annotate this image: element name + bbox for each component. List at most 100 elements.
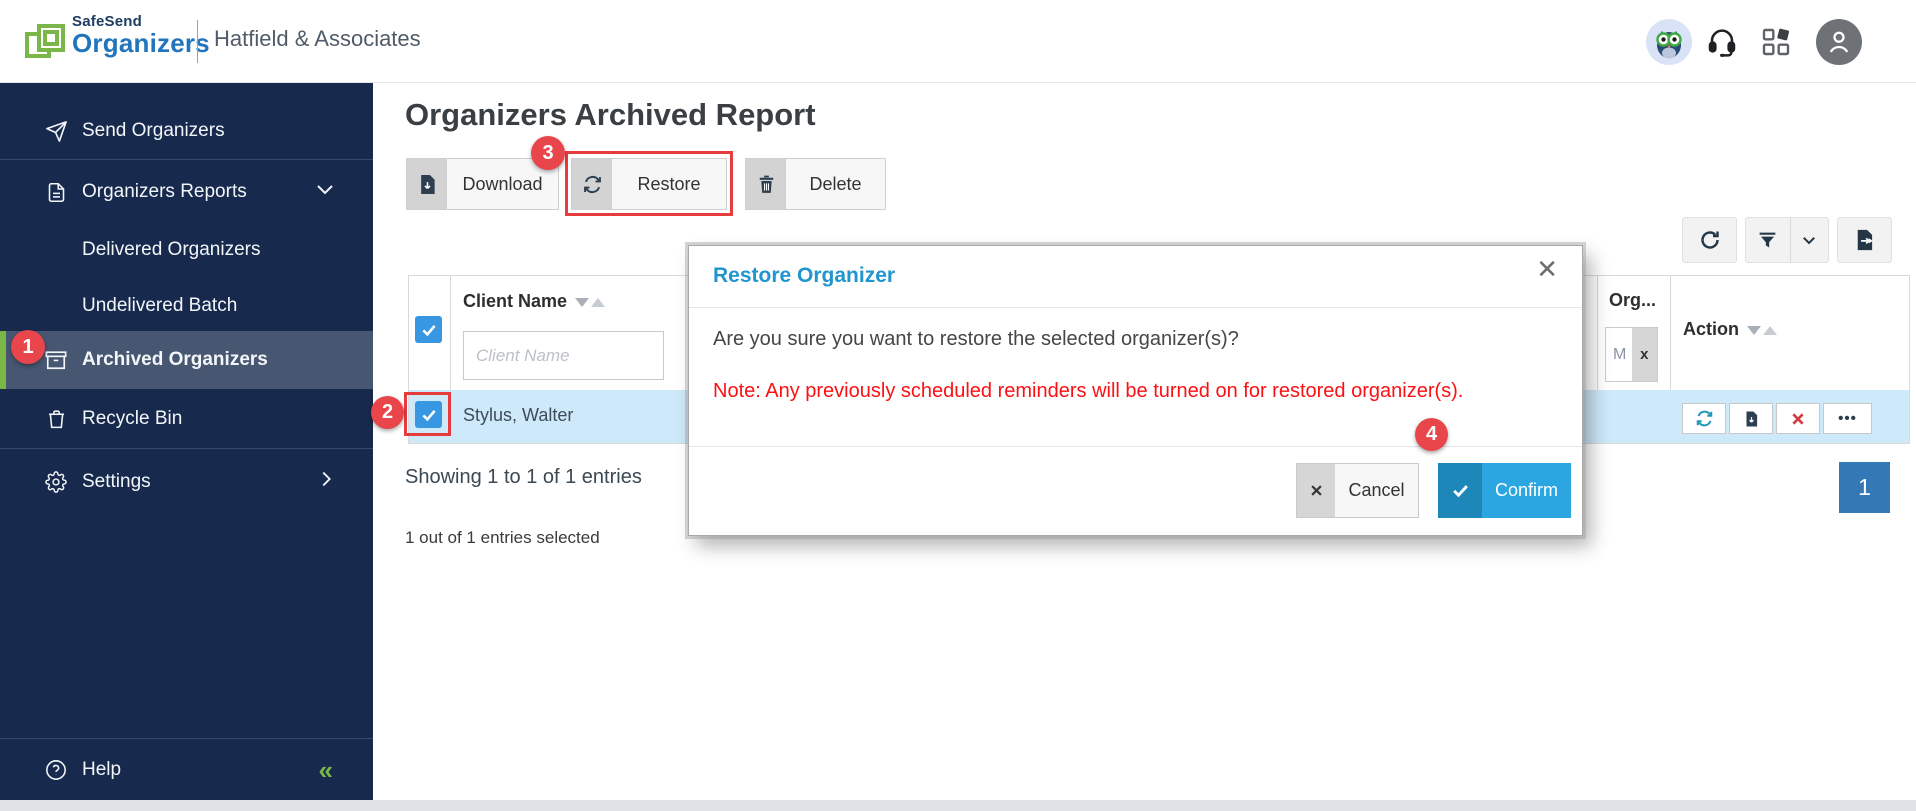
modal-title: Restore Organizer <box>713 264 896 287</box>
entries-summary: Showing 1 to 1 of 1 entries <box>405 466 642 488</box>
check-icon <box>421 324 436 336</box>
sidebar-item-help[interactable]: Help « <box>0 743 373 797</box>
filter-button[interactable] <box>1746 218 1790 262</box>
row-checkbox[interactable] <box>415 401 442 428</box>
apps-grid-button[interactable] <box>1758 24 1794 60</box>
row-restore-icon <box>1696 410 1712 427</box>
pagination-page-1[interactable]: 1 <box>1839 462 1890 513</box>
delete-button[interactable]: Delete <box>745 158 886 210</box>
owl-mascot-icon <box>1656 31 1682 59</box>
trash-icon <box>44 407 68 431</box>
row-download-icon <box>1746 411 1757 426</box>
row-delete-button[interactable] <box>1776 403 1820 434</box>
cancel-button-label: Cancel <box>1348 480 1405 500</box>
modal-footer-divider <box>689 446 1582 447</box>
action-header-label: Action <box>1683 319 1739 339</box>
ellipsis-icon: ••• <box>1838 410 1857 427</box>
sidebar-item-recycle-bin[interactable]: Recycle Bin <box>0 392 373 446</box>
support-headset-button[interactable] <box>1704 24 1740 60</box>
export-file-icon <box>1857 229 1873 251</box>
sidebar-item-label: Send Organizers <box>82 120 225 141</box>
action-column-header[interactable]: Action <box>1683 319 1777 340</box>
select-all-checkbox[interactable] <box>415 316 442 343</box>
refresh-icon <box>1700 231 1719 249</box>
sidebar-item-label: Settings <box>82 471 151 492</box>
chevron-down-icon[interactable] <box>313 177 337 207</box>
row-more-actions-button[interactable]: ••• <box>1823 403 1872 434</box>
org-filter-value[interactable]: M <box>1606 328 1632 381</box>
org-filter-input[interactable]: M x <box>1605 327 1658 382</box>
annotation-step-1: 1 <box>11 330 45 364</box>
row-download-button[interactable] <box>1729 403 1773 434</box>
delete-trash-icon <box>746 159 786 209</box>
confirm-button-label: Confirm <box>1494 480 1558 500</box>
header-divider <box>197 20 198 63</box>
sidebar-item-label: Undelivered Batch <box>82 295 238 316</box>
cancel-button[interactable]: Cancel <box>1296 463 1419 518</box>
sort-desc-icon <box>1747 326 1761 335</box>
sidebar-item-label: Archived Organizers <box>82 349 268 370</box>
restore-organizer-modal: Restore Organizer ✕ Are you sure you wan… <box>688 245 1583 536</box>
client-name-column-header[interactable]: Client Name <box>463 291 606 312</box>
person-icon <box>1829 31 1849 53</box>
sort-asc-icon <box>591 298 606 307</box>
chatbot-owl-button[interactable] <box>1646 19 1692 65</box>
sidebar-divider <box>0 159 373 160</box>
modal-header-divider <box>689 307 1582 308</box>
gear-icon <box>44 470 68 494</box>
modal-close-icon[interactable]: ✕ <box>1536 256 1558 282</box>
sidebar-collapse-icon[interactable]: « <box>319 757 333 783</box>
top-header: SafeSend Organizers Hatfield & Associate… <box>0 0 1916 83</box>
brand-organizers-label: Organizers <box>72 27 210 58</box>
sidebar-item-archived-organizers[interactable]: Archived Organizers <box>0 331 373 389</box>
table-col-border <box>450 275 451 390</box>
modal-note: Note: Any previously scheduled reminders… <box>713 380 1464 402</box>
sidebar-item-label: Help <box>82 759 122 780</box>
brand-wordmark: SafeSend Organizers <box>72 14 210 57</box>
headset-icon <box>1708 29 1736 57</box>
sidebar-divider <box>0 738 373 739</box>
export-button[interactable] <box>1837 217 1892 263</box>
chevron-right-icon[interactable] <box>315 468 337 496</box>
annotation-step-3: 3 <box>531 136 565 170</box>
restore-button[interactable]: Restore <box>571 158 727 210</box>
sidebar-nav: Send Organizers Organizers Reports Deliv… <box>0 83 373 800</box>
filter-funnel-icon <box>1760 232 1776 247</box>
sidebar-divider <box>0 448 373 449</box>
row-client-name: Stylus, Walter <box>463 405 574 425</box>
app-root: SafeSend Organizers Hatfield & Associate… <box>0 0 1916 811</box>
chevron-down-icon <box>1803 237 1816 245</box>
sidebar-item-send-organizers[interactable]: Send Organizers <box>0 104 373 158</box>
confirm-button[interactable]: Confirm <box>1438 463 1571 518</box>
annotation-step-4: 4 <box>1415 418 1448 451</box>
safesend-logo-icon <box>25 24 65 58</box>
page-title: Organizers Archived Report <box>405 97 816 132</box>
sidebar-item-label: Delivered Organizers <box>82 239 261 260</box>
restore-button-label: Restore <box>637 173 701 194</box>
org-filter-clear-button[interactable]: x <box>1631 328 1657 381</box>
user-avatar-button[interactable] <box>1816 19 1862 65</box>
org-column-header[interactable]: Org... <box>1609 290 1656 311</box>
sidebar-item-undelivered-batch[interactable]: Undelivered Batch <box>0 279 373 333</box>
row-delete-x-icon <box>1792 412 1804 425</box>
archive-icon <box>44 348 68 372</box>
send-icon <box>44 119 68 143</box>
cancel-x-icon <box>1297 464 1335 517</box>
active-item-accent-bar <box>0 331 6 389</box>
modal-message: Are you sure you want to restore the sel… <box>713 328 1239 350</box>
sidebar-item-label: Recycle Bin <box>82 408 183 429</box>
refresh-table-button[interactable] <box>1682 217 1737 263</box>
confirm-check-icon <box>1438 463 1482 518</box>
client-name-filter-input[interactable] <box>463 331 664 380</box>
sidebar-item-delivered-organizers[interactable]: Delivered Organizers <box>0 223 373 277</box>
sidebar-item-organizers-reports[interactable]: Organizers Reports <box>0 165 373 219</box>
sidebar-item-settings[interactable]: Settings <box>0 455 373 509</box>
company-name: Hatfield & Associates <box>214 26 421 51</box>
annotation-step-2: 2 <box>371 396 404 429</box>
sort-icons <box>575 294 606 312</box>
sort-desc-icon <box>575 298 590 307</box>
filter-dropdown-button[interactable] <box>1791 218 1828 262</box>
bottom-scrollbar-strip <box>0 800 1916 811</box>
sidebar-item-label: Organizers Reports <box>82 181 247 202</box>
row-restore-button[interactable] <box>1682 403 1726 434</box>
